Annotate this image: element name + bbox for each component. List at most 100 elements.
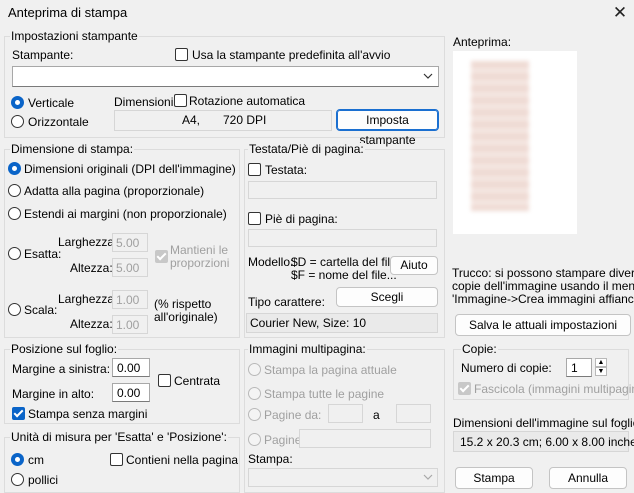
fit-in-page-label: Contieni nella pagina: [126, 453, 239, 467]
scale-radio[interactable]: [8, 303, 21, 316]
model-label: Modello:: [248, 255, 294, 269]
keep-ratio-label-line2: proporzioni: [170, 256, 230, 270]
pages-radio[interactable]: [248, 433, 261, 446]
cancel-button[interactable]: Annulla: [549, 467, 627, 489]
pages-from-radio[interactable]: [248, 408, 261, 421]
preview-content: [471, 61, 529, 211]
exact-label: Esatta:: [24, 247, 62, 261]
centered-checkbox[interactable]: [158, 374, 171, 387]
exact-width-label: Larghezza:: [58, 235, 118, 249]
inches-label: pollici: [28, 473, 59, 487]
print-current-radio[interactable]: [248, 363, 261, 376]
borderless-checkbox[interactable]: [12, 407, 25, 420]
exact-height-value: 5.00: [116, 261, 140, 275]
close-icon[interactable]: ✕: [606, 0, 634, 26]
font-value-field: Courier New, Size: 10: [246, 313, 438, 333]
scale-height-field: 1.00: [112, 315, 148, 334]
original-size-label: Dimensioni originali (DPI dell'immagine): [24, 162, 236, 176]
portrait-label: Verticale: [28, 96, 75, 110]
image-size-label: Dimensioni dell'immagine sul foglio:: [453, 416, 634, 430]
scale-note-line1: (% rispetto: [154, 297, 212, 311]
exact-width-field: 5.00: [112, 233, 148, 252]
model-line2: $F = nome del file...: [291, 268, 397, 282]
landscape-radio[interactable]: [11, 115, 24, 128]
landscape-label: Orizzontale: [28, 115, 89, 129]
stretch-label: Estendi ai margini (non proporzionale): [24, 207, 227, 221]
print-size-label: Dimensione di stampa:: [10, 142, 135, 156]
units-label: Unità di misura per 'Esatta' e 'Posizion…: [10, 430, 228, 444]
font-type-label: Tipo carattere:: [248, 295, 325, 309]
auto-rotate-checkbox[interactable]: [174, 94, 187, 107]
position-label: Posizione sul foglio:: [10, 342, 119, 356]
chevron-down-icon: [423, 73, 433, 79]
font-value: Courier New, Size: 10: [250, 316, 367, 330]
exact-height-field: 5.00: [112, 258, 148, 277]
use-default-printer-label: Usa la stampante predefinita all'avvio: [192, 48, 391, 62]
pages-from-field: [328, 404, 363, 423]
pages-from-label: Pagine da:: [264, 408, 322, 422]
choose-font-button[interactable]: Scegli: [336, 287, 438, 307]
pages-to-field: [396, 404, 431, 423]
print-current-label: Stampa la pagina attuale: [264, 363, 397, 377]
borderless-label: Stampa senza margini: [28, 407, 148, 421]
print-all-radio[interactable]: [248, 387, 261, 400]
scale-label: Scala:: [24, 303, 58, 317]
inches-radio[interactable]: [11, 473, 24, 486]
spin-up-icon[interactable]: ▲: [595, 358, 607, 367]
exact-radio[interactable]: [8, 247, 21, 260]
header-label: Testata:: [265, 163, 308, 177]
scale-note-line2: all'originale): [154, 310, 218, 324]
scale-height-label: Altezza:: [70, 317, 113, 331]
scale-width-label: Larghezza:: [58, 292, 118, 306]
top-margin-label: Margine in alto:: [12, 387, 95, 401]
collate-checkbox[interactable]: [458, 382, 471, 395]
tip-line2: copie dell'immagine usando il menu:: [452, 279, 634, 293]
paper-size-value: A4,: [182, 113, 201, 127]
image-size-field: 15.2 x 20.3 cm; 6.00 x 8.00 inches: [453, 431, 634, 452]
centered-label: Centrata: [174, 374, 221, 388]
portrait-radio[interactable]: [11, 96, 24, 109]
use-default-printer-checkbox[interactable]: [175, 48, 188, 61]
printer-label: Stampante:: [12, 48, 74, 62]
cm-radio[interactable]: [11, 453, 24, 466]
copies-count-field[interactable]: 1: [566, 358, 592, 377]
header-footer-label: Testata/Piè di pagina:: [248, 142, 365, 156]
help-button[interactable]: Aiuto: [390, 256, 438, 275]
paper-info-field: A4, 720 DPI: [114, 110, 332, 131]
printer-select[interactable]: [12, 66, 439, 87]
spin-down-icon[interactable]: ▼: [595, 367, 607, 376]
printer-setup-button[interactable]: Imposta stampante: [336, 109, 439, 147]
copies-count-label: Numero di copie:: [461, 361, 552, 375]
fit-in-page-checkbox[interactable]: [110, 453, 123, 466]
image-size-value: 15.2 x 20.3 cm; 6.00 x 8.00 inches: [460, 435, 634, 449]
top-margin-field[interactable]: 0.00: [112, 383, 150, 402]
footer-checkbox[interactable]: [248, 212, 261, 225]
exact-width-value: 5.00: [116, 236, 140, 250]
save-settings-button[interactable]: Salva le attuali impostazioni: [455, 314, 631, 336]
pages-to-label: a: [373, 408, 380, 422]
footer-label: Piè di pagina:: [265, 212, 338, 226]
left-margin-value: 0.00: [117, 361, 141, 375]
footer-text-field: [248, 229, 437, 247]
print-all-label: Stampa tutte le pagine: [264, 387, 385, 401]
fit-page-radio[interactable]: [8, 184, 21, 197]
print-select-label: Stampa:: [248, 452, 293, 466]
auto-rotate-label: Rotazione automatica: [189, 94, 306, 108]
dimensions-label: Dimensioni: [114, 95, 174, 109]
keep-ratio-checkbox[interactable]: [155, 250, 168, 263]
keep-ratio-label-line1: Mantieni le: [170, 243, 229, 257]
scale-width-field: 1.00: [112, 290, 148, 309]
print-select[interactable]: [248, 468, 438, 487]
print-button[interactable]: Stampa: [455, 467, 533, 489]
original-size-radio[interactable]: [8, 162, 21, 175]
stretch-radio[interactable]: [8, 207, 21, 220]
scale-height-value: 1.00: [116, 318, 140, 332]
left-margin-field[interactable]: 0.00: [112, 358, 150, 377]
collate-label: Fascicola (immagini multipagina): [474, 382, 634, 396]
cm-label: cm: [28, 453, 44, 467]
left-margin-label: Margine a sinistra:: [12, 362, 111, 376]
printer-settings-label: Impostazioni stampante: [10, 29, 139, 43]
scale-width-value: 1.00: [116, 293, 140, 307]
header-checkbox[interactable]: [248, 163, 261, 176]
copies-label: Copie:: [461, 342, 498, 356]
